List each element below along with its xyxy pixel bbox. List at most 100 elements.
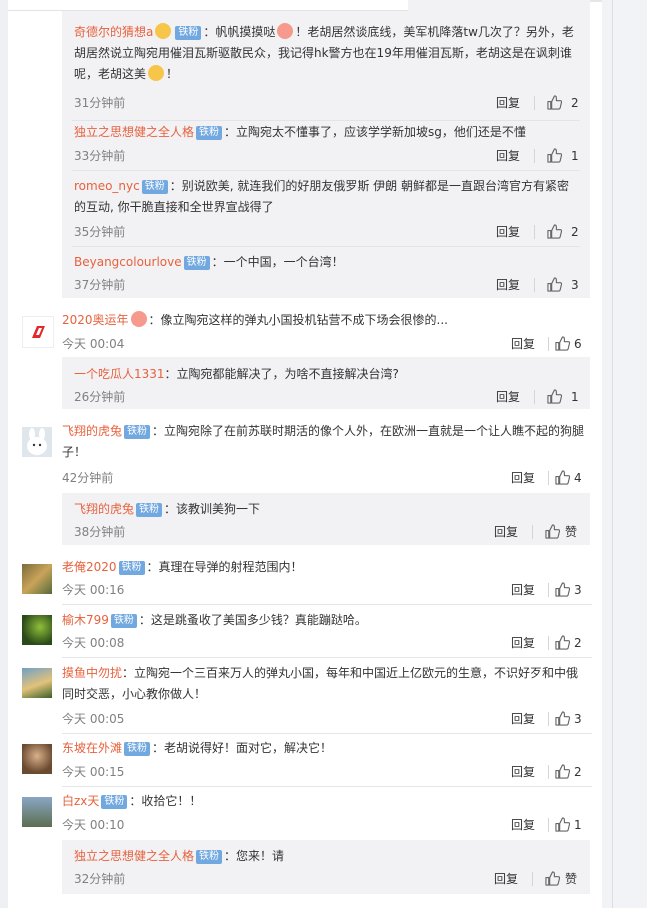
username-link[interactable]: 奇德尔的猜想a: [74, 25, 153, 39]
reply-body: ：一个中国，一个台湾！: [211, 255, 344, 269]
reply-button[interactable]: 回复: [496, 225, 520, 239]
timestamp: 今天 00:04: [62, 337, 125, 351]
avatar[interactable]: [22, 668, 52, 698]
divider: [548, 818, 549, 832]
emoji-icon: [148, 65, 165, 81]
reply-button[interactable]: 回复: [496, 149, 520, 163]
avatar[interactable]: [22, 316, 54, 348]
timestamp: 今天 00:16: [62, 583, 125, 597]
username-link[interactable]: 独立之思想健之全人格: [74, 849, 194, 863]
emoji-icon: [155, 23, 172, 39]
reply-button[interactable]: 回复: [511, 636, 535, 650]
like-button[interactable]: [545, 871, 560, 886]
reply-button[interactable]: 回复: [494, 525, 518, 539]
comment-item: 东坡在外滩 铁粉 ：老胡说得好！面对它，解决它！ 今天 00:15 回复 2: [8, 734, 602, 787]
thumbs-up-icon: [547, 277, 562, 292]
like-button[interactable]: [547, 277, 562, 292]
thumbs-up-icon: [555, 336, 570, 351]
timestamp: 今天 00:15: [62, 765, 125, 779]
username-link[interactable]: 老俺2020: [62, 560, 117, 574]
reply-text: 奇德尔的猜想a 铁粉 ：帆帆摸摸哒 ！老胡居然谈底线，美军机降落tw几次了？另外，老胡…: [74, 22, 574, 85]
thumbs-up-icon: [547, 95, 562, 110]
timestamp: 42分钟前: [62, 471, 114, 485]
reply-button[interactable]: 回复: [511, 583, 535, 597]
like-button[interactable]: [555, 635, 570, 650]
like-button[interactable]: [547, 148, 562, 163]
reply-button[interactable]: 回复: [511, 471, 535, 485]
avatar[interactable]: [22, 427, 52, 457]
divider: [548, 583, 549, 597]
reply-item: 奇德尔的猜想a 铁粉 ：帆帆摸摸哒 ！老胡居然谈底线，美军机降落tw几次了？另外，老胡…: [62, 0, 590, 121]
divider: [534, 96, 535, 110]
avatar[interactable]: [22, 564, 52, 594]
like-button[interactable]: [555, 336, 570, 351]
comment-body: ：立陶宛一个三百来万人的弹丸小国，每年和中国近上亿欧元的生意，不识好歹和中俄同时…: [62, 666, 579, 701]
username-link[interactable]: 一个吃瓜人1331: [74, 367, 165, 381]
reply-text: 独立之思想健之全人格 铁粉 ：立陶宛太不懂事了，应该学学新加坡sg，他们还是不懂: [74, 122, 574, 143]
username-link[interactable]: 飞翔的虎兔: [62, 424, 122, 438]
reply-button[interactable]: 回复: [496, 278, 520, 292]
reply-button[interactable]: 回复: [511, 712, 535, 726]
reply-button[interactable]: 回复: [496, 390, 520, 404]
comment-body: ：这是跳蚤收了美国多少钱？真能蹦跶哈。: [138, 613, 367, 627]
divider: [548, 471, 549, 485]
username-link[interactable]: 榆木799: [62, 613, 109, 627]
like-button[interactable]: [547, 224, 562, 239]
fan-badge: 铁粉: [141, 180, 168, 194]
fan-badge: 铁粉: [110, 614, 137, 628]
like-count: 赞: [565, 872, 578, 886]
like-count: 1: [571, 390, 579, 404]
fan-badge: 铁粉: [196, 126, 223, 140]
username-link[interactable]: 白zx天: [62, 794, 99, 808]
comment-item: 飞翔的虎兔 铁粉 ：立陶宛除了在前苏联时期活的像个人外，在欧洲一直就是一个让人瞧不起…: [8, 414, 602, 490]
like-button[interactable]: [555, 711, 570, 726]
fan-badge: 铁粉: [136, 503, 163, 517]
username-link[interactable]: Beyangcolourlove: [74, 255, 182, 269]
comment-item: 榆木799 铁粉 ：这是跳蚤收了美国多少钱？真能蹦跶哈。 今天 00:08 回复 2: [8, 605, 602, 658]
reply-text: 独立之思想健之全人格 铁粉 ：您来！请: [74, 846, 574, 867]
like-count: 赞: [565, 525, 578, 539]
reply-button[interactable]: 回复: [494, 872, 518, 886]
top-strip: [8, 0, 408, 11]
divider: [534, 278, 535, 292]
like-count: 2: [571, 96, 579, 110]
reply-body: ：您来！请: [224, 849, 285, 863]
like-button[interactable]: [547, 389, 562, 404]
like-button[interactable]: [545, 524, 560, 539]
divider: [548, 337, 549, 351]
reply-button[interactable]: 回复: [511, 818, 535, 832]
username-link[interactable]: 独立之思想健之全人格: [74, 125, 194, 139]
emoji-icon: [130, 311, 147, 327]
reply-button[interactable]: 回复: [511, 765, 535, 779]
comment-text: 老俺2020 铁粉 ：真理在导弹的射程范围内！: [62, 557, 587, 578]
thumbs-up-icon: [555, 470, 570, 485]
fan-badge: 铁粉: [118, 561, 145, 575]
reply-item: Beyangcolourlove 铁粉 ：一个中国，一个台湾！ 37分钟前 回复 3: [62, 247, 590, 298]
thumbs-up-icon: [555, 711, 570, 726]
like-button[interactable]: [555, 470, 570, 485]
username-link[interactable]: 东坡在外滩: [62, 741, 122, 755]
avatar[interactable]: [22, 744, 52, 774]
thumbs-up-icon: [555, 635, 570, 650]
like-button[interactable]: [547, 95, 562, 110]
timestamp: 31分钟前: [74, 96, 126, 110]
reply-body: ：立陶宛太不懂事了，应该学学新加坡sg，他们还是不懂: [224, 125, 526, 139]
like-button[interactable]: [555, 817, 570, 832]
thumbs-up-icon: [555, 764, 570, 779]
like-count: 1: [571, 149, 579, 163]
fan-badge: 铁粉: [183, 256, 210, 270]
avatar[interactable]: [22, 797, 52, 827]
username-link[interactable]: 摸鱼中勿扰: [62, 666, 122, 680]
like-button[interactable]: [555, 764, 570, 779]
reply-button[interactable]: 回复: [511, 337, 535, 351]
comment-panel: 奇德尔的猜想a 铁粉 ：帆帆摸摸哒 ！老胡居然谈底线，美军机降落tw几次了？另外，老胡…: [8, 0, 602, 908]
like-button[interactable]: [555, 582, 570, 597]
username-link[interactable]: romeo_nyc: [74, 179, 140, 193]
divider: [532, 525, 533, 539]
reply-button[interactable]: 回复: [496, 96, 520, 110]
username-link[interactable]: 飞翔的虎兔: [74, 502, 134, 516]
username-link[interactable]: 2020奥运年: [62, 313, 129, 327]
comment-item: 2020奥运年 ：像立陶宛这样的弹丸小国投机钻营不成下场会很惨的... 今天 00…: [8, 304, 602, 356]
avatar[interactable]: [22, 615, 52, 645]
comment-text: 榆木799 铁粉 ：这是跳蚤收了美国多少钱？真能蹦跶哈。: [62, 610, 587, 631]
